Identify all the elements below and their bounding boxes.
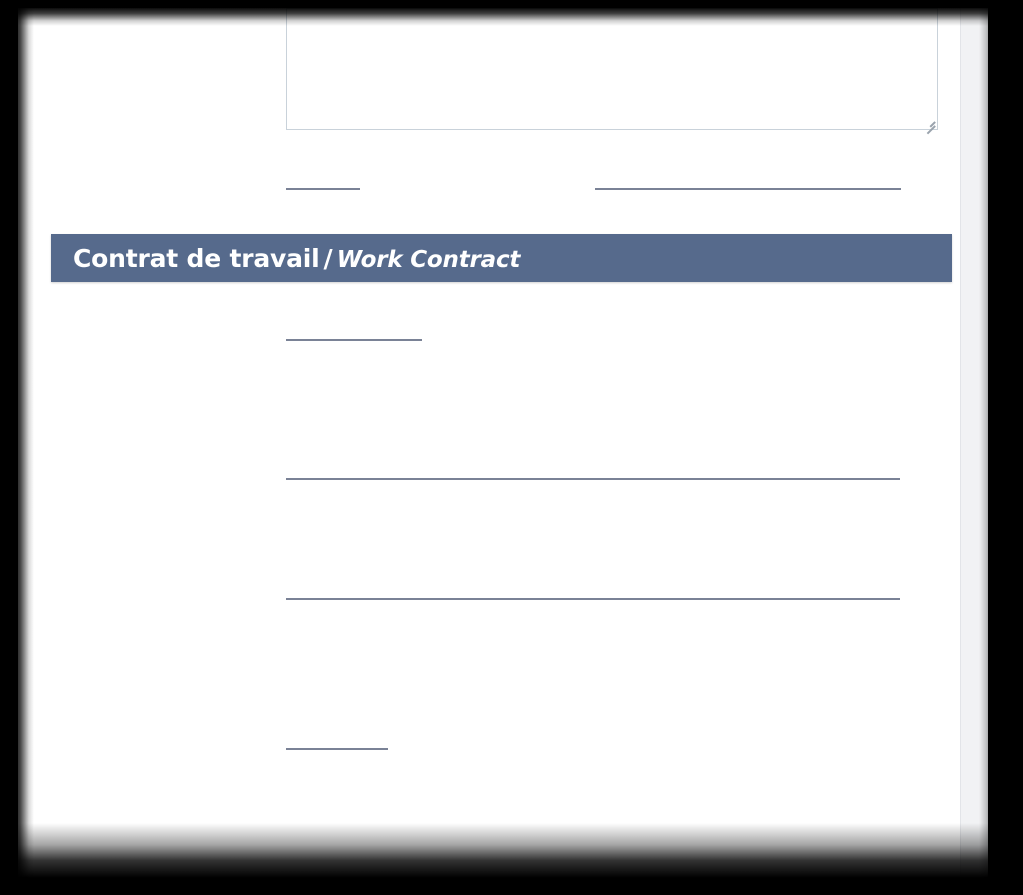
address-line-2-textarea[interactable] [286,8,938,134]
applicable-labor-law-input[interactable] [286,598,900,600]
section-banner-text: Contrat de travail / Work Contract [51,244,520,273]
professional-qualification-input[interactable] [286,478,900,480]
resize-handle-icon[interactable] [923,115,936,134]
page-right-gutter [960,8,988,888]
section-title-en: Work Contract [336,246,521,273]
section-title-separator: / [323,243,333,273]
gross-hourly-wage-rate-input[interactable] [286,748,388,750]
section-title-fr: Contrat de travail [73,243,320,273]
section-banner-work-contract: Contrat de travail / Work Contract [51,234,952,282]
document-page: Complément adresse Address line 2 Code p… [18,8,988,888]
postal-code-input[interactable] [286,188,360,190]
town-input[interactable] [595,188,901,190]
screenshot-frame: Complément adresse Address line 2 Code p… [0,0,1023,895]
date-of-signature-input[interactable] [286,339,422,341]
